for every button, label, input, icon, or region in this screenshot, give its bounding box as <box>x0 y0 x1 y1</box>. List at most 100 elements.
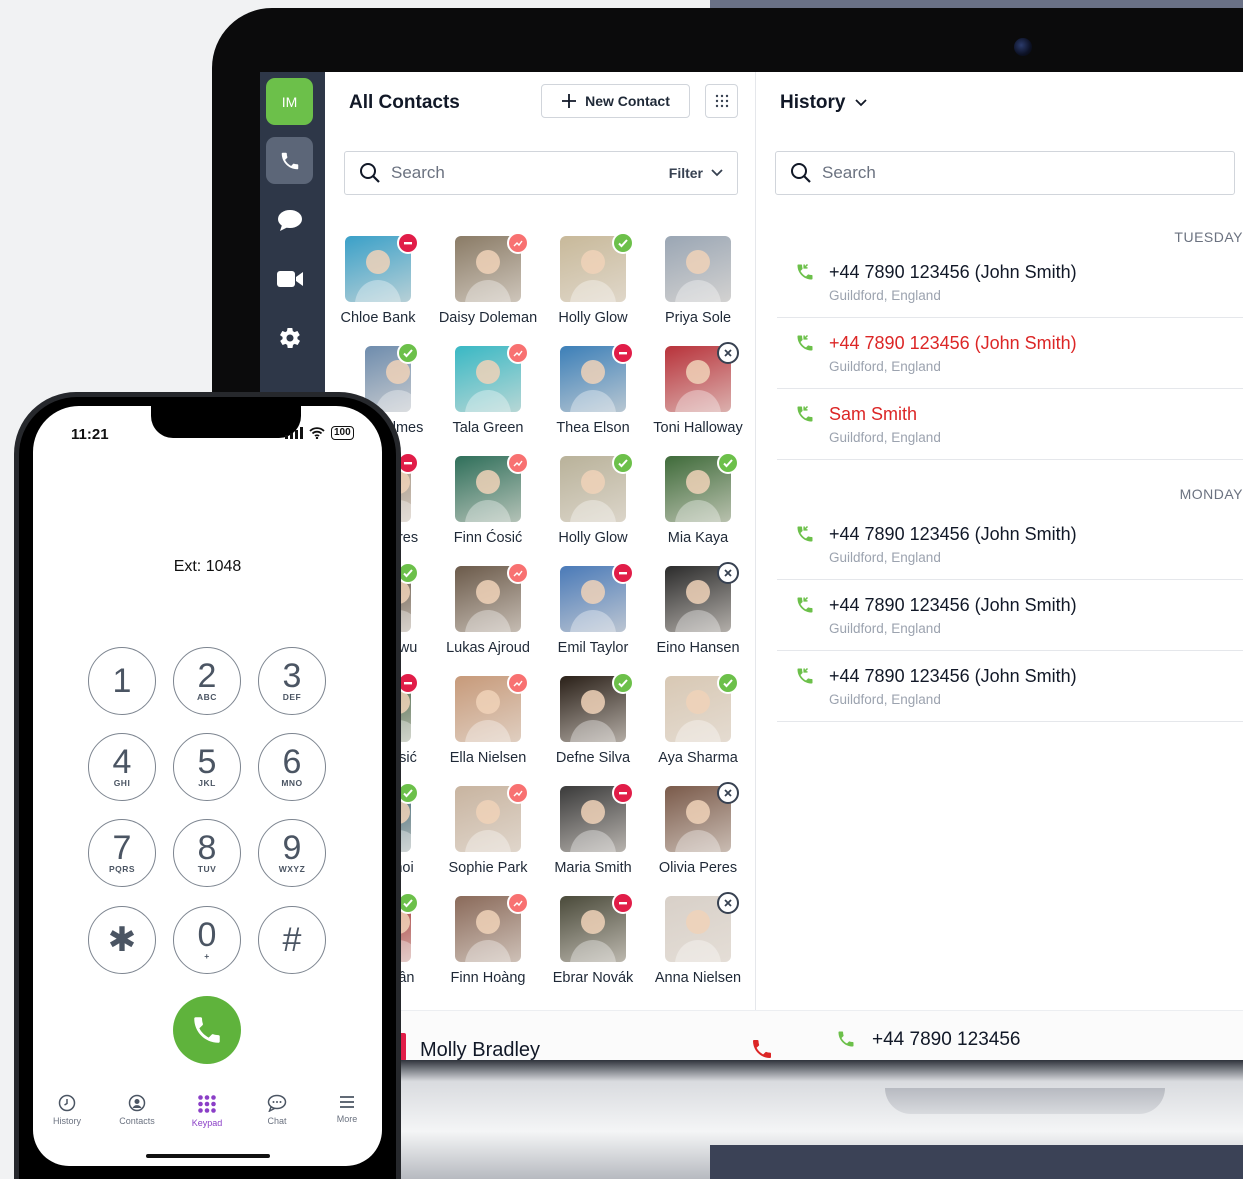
contact-card[interactable]: Anna Nielsen <box>641 892 751 996</box>
history-call-row[interactable]: +44 7890 123456 (John Smith) Guildford, E… <box>777 510 1243 580</box>
status-away-icon <box>507 892 529 914</box>
contact-card[interactable]: Finn Ćosić <box>431 452 541 556</box>
contact-name: Anna Nielsen <box>654 970 742 986</box>
status-away-icon <box>507 232 529 254</box>
contact-card[interactable]: Tala Green <box>431 342 541 446</box>
chat-icon <box>277 209 302 231</box>
contact-card[interactable]: Chloe Bank <box>321 232 431 336</box>
history-search-input[interactable]: Search <box>775 151 1235 195</box>
tab-chat[interactable]: Chat <box>247 1094 307 1126</box>
history-dropdown[interactable]: History <box>780 92 868 114</box>
status-away-icon <box>507 782 529 804</box>
contact-card[interactable]: Mia Kaya <box>641 452 751 556</box>
tab-label: Chat <box>267 1116 287 1126</box>
contact-card[interactable]: Sophie Park <box>431 782 541 886</box>
contact-card[interactable]: Olivia Peres <box>641 782 751 886</box>
contact-card[interactable]: Daisy Doleman <box>431 232 541 336</box>
contact-name: Chloe Bank <box>340 310 416 326</box>
contact-name: Ella Nielsen <box>449 750 527 766</box>
contacts-search-input[interactable]: Search Filter <box>344 151 738 195</box>
contact-card[interactable]: Priya Sole <box>641 236 751 336</box>
sidebar-item-video[interactable] <box>266 255 313 302</box>
contact-name: Holly Glow <box>558 310 628 326</box>
contact-card[interactable]: Holly Glow <box>536 232 646 336</box>
key-letters: PQRS <box>108 864 136 874</box>
status-busy-icon <box>612 782 634 804</box>
contact-card[interactable]: Maria Smith <box>536 782 646 886</box>
active-call-name[interactable]: Molly Bradley <box>420 1039 540 1062</box>
contact-card[interactable]: Lukas Ajroud <box>431 562 541 666</box>
history-call-row[interactable]: Sam Smith Guildford, England <box>777 390 1243 460</box>
contact-card[interactable]: Ella Nielsen <box>431 672 541 776</box>
history-call-row[interactable]: +44 7890 123456 (John Smith) Guildford, E… <box>777 319 1243 389</box>
contact-card[interactable]: Defne Silva <box>536 672 646 776</box>
home-indicator <box>146 1154 270 1158</box>
gear-icon <box>279 327 300 348</box>
key-9[interactable]: 9 WXYZ <box>258 819 326 887</box>
key-digit: 8 <box>197 829 217 867</box>
history-day-header: MONDAY <box>1179 486 1243 502</box>
tab-label: More <box>336 1114 358 1124</box>
chevron-down-icon <box>711 169 723 177</box>
contact-card[interactable]: Thea Elson <box>536 342 646 446</box>
sidebar-item-chat[interactable] <box>266 196 313 243</box>
tab-contacts[interactable]: Contacts <box>107 1094 167 1126</box>
laptop-shadow <box>710 1145 1243 1179</box>
key-6[interactable]: 6 MNO <box>258 733 326 801</box>
history-call-row[interactable]: +44 7890 123456 (John Smith) Guildford, E… <box>777 581 1243 651</box>
contact-card[interactable]: Holly Glow <box>536 452 646 556</box>
contact-card[interactable]: Emil Taylor <box>536 562 646 666</box>
tab-keypad[interactable]: Keypad <box>177 1094 237 1128</box>
incoming-call-icon <box>797 525 813 542</box>
key-1[interactable]: 1 <box>88 647 156 715</box>
person-icon <box>128 1094 146 1112</box>
tab-history[interactable]: History <box>37 1094 97 1126</box>
contact-name: Eino Hansen <box>656 640 740 656</box>
phone-screen: 11:21 100 Ext: 1048 1 2 ABC 3 DEF 4 GHI 5 JKL 6 MN… <box>33 406 382 1166</box>
key-0[interactable]: 0 + <box>173 906 241 974</box>
search-icon <box>360 163 380 183</box>
new-contact-label: New Contact <box>585 93 670 109</box>
key-2[interactable]: 2 ABC <box>173 647 241 715</box>
key-letters: TUV <box>197 864 217 874</box>
key-8[interactable]: 8 TUV <box>173 819 241 887</box>
contact-card[interactable]: Toni Halloway <box>641 342 751 446</box>
key-5[interactable]: 5 JKL <box>173 733 241 801</box>
contact-name: Defne Silva <box>555 750 631 766</box>
contact-card[interactable]: Finn Hoàng <box>431 892 541 996</box>
sidebar-item-phone[interactable] <box>266 137 313 184</box>
new-contact-button[interactable]: New Contact <box>541 84 690 118</box>
status-online-icon <box>612 672 634 694</box>
key-hash[interactable]: # <box>258 906 326 974</box>
key-3[interactable]: 3 DEF <box>258 647 326 715</box>
history-call-row[interactable]: +44 7890 123456 (John Smith) Guildford, E… <box>777 248 1243 318</box>
contact-name: Toni Halloway <box>653 420 743 436</box>
key-digit: 5 <box>197 743 217 781</box>
filter-dropdown[interactable]: Filter <box>669 165 723 181</box>
key-4[interactable]: 4 GHI <box>88 733 156 801</box>
history-call-row[interactable]: +44 7890 123456 (John Smith) Guildford, E… <box>777 652 1243 722</box>
extension-label: Ext: 1048 <box>173 558 242 575</box>
key-letters: GHI <box>113 778 131 788</box>
user-avatar[interactable]: IM <box>266 78 313 125</box>
key-digit: # <box>282 921 302 959</box>
contact-name: Tala Green <box>452 420 524 436</box>
wifi-icon <box>309 427 325 439</box>
contact-card[interactable]: Ebrar Novák <box>536 892 646 996</box>
contact-card[interactable]: Eino Hansen <box>641 562 751 666</box>
dialpad-toggle-button[interactable] <box>705 84 738 118</box>
key-7[interactable]: 7 PQRS <box>88 819 156 887</box>
missed-call-icon[interactable] <box>750 1037 774 1061</box>
key-star[interactable]: ✱ <box>88 906 156 974</box>
key-digit: 1 <box>112 662 132 700</box>
sidebar-item-settings[interactable] <box>266 314 313 361</box>
tab-more[interactable]: More <box>317 1094 377 1124</box>
key-digit: 6 <box>282 743 302 781</box>
call-button[interactable] <box>173 996 241 1064</box>
contacts-search-placeholder: Search <box>391 163 445 182</box>
call-location: Guildford, England <box>829 692 941 707</box>
contact-card[interactable]: Aya Sharma <box>641 672 751 776</box>
key-letters: MNO <box>281 778 303 788</box>
active-call-number[interactable]: +44 7890 123456 <box>872 1029 1020 1051</box>
contact-name: Maria Smith <box>554 860 632 876</box>
